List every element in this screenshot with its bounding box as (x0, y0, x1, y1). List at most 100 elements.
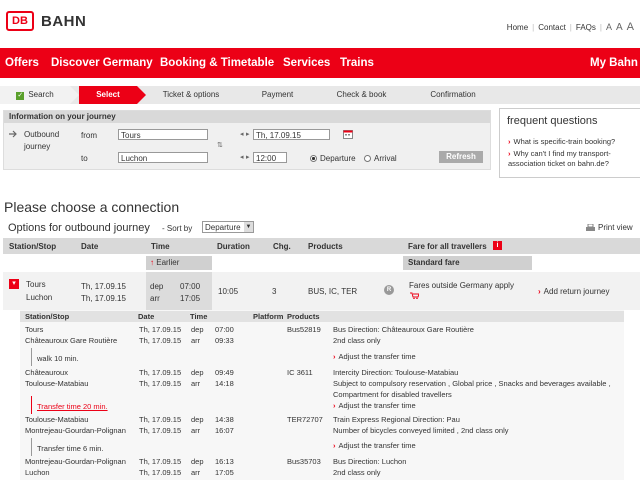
departure-label: Departure (320, 154, 356, 163)
leg-time: 14:18 (215, 379, 234, 388)
info-icon[interactable]: i (493, 241, 502, 250)
print-view-label: Print view (598, 223, 633, 232)
leg-date: Th, 17.09.15 (139, 468, 182, 477)
refresh-button[interactable]: Refresh (439, 151, 483, 163)
leg-info: Number of bicycles conveyed limited , 2n… (333, 426, 509, 435)
cart-icon[interactable] (410, 292, 419, 299)
connection-products: BUS, IC, TER (308, 287, 358, 296)
separator: | (532, 23, 535, 32)
connection-arr-time: 17:05 (180, 294, 201, 303)
details-header: Station/Stop Date Time Platform Products (20, 311, 624, 322)
swap-stations-icon[interactable]: ⇅ (217, 141, 223, 149)
nav-offers[interactable]: Offers (5, 57, 39, 69)
brand-name: BAHN (41, 13, 87, 30)
step-confirmation: Confirmation (413, 86, 493, 104)
connection-changes: 3 (272, 287, 277, 296)
leg-dep: dep (191, 415, 204, 424)
nav-booking-timetable[interactable]: Booking & Timetable (160, 57, 274, 69)
leg-product[interactable]: Bus52819 (287, 325, 321, 334)
time-input[interactable]: 12:00 (253, 152, 287, 163)
date-next-icon[interactable]: ▸ (246, 130, 250, 138)
calendar-icon[interactable] (343, 129, 353, 139)
nav-discover-germany[interactable]: Discover Germany (51, 57, 153, 69)
adjust-transfer-link[interactable]: › Adjust the transfer time (333, 352, 416, 361)
leg-arr: arr (191, 336, 201, 345)
to-input[interactable]: Luchon (118, 152, 208, 163)
leg-info: Compartment for disabled travellers (333, 390, 452, 399)
date-previous-icon[interactable]: ◂ (240, 130, 244, 138)
leg-info: Train Express Regional Direction: Pau (333, 415, 460, 424)
date-input[interactable]: Th, 17.09.15 (253, 129, 330, 140)
dcol-station: Station/Stop (25, 312, 70, 321)
transfer-time-warning-link[interactable]: Transfer time 20 min. (37, 402, 108, 411)
leg-product[interactable]: Bus35703 (287, 457, 321, 466)
leg-product[interactable]: TER72707 (287, 415, 323, 424)
results-subheading: Options for outbound journey (8, 222, 150, 234)
nav-services[interactable]: Services (283, 57, 330, 69)
arrow-right-icon: › (333, 401, 336, 410)
leg-dep: dep (191, 325, 204, 334)
arrival-label: Arrival (374, 154, 397, 163)
time-next-icon[interactable]: ▸ (246, 153, 250, 161)
leg-from: Montrejeau-Gourdan-Polignan (25, 457, 126, 466)
nav-my-bahn[interactable]: My Bahn (590, 57, 638, 69)
leg-info: 2nd class only (333, 468, 381, 477)
leg-info: Subject to compulsory reservation , Glob… (333, 379, 611, 388)
leg-to: Montrejeau-Gourdan-Polignan (25, 426, 126, 435)
step-search[interactable]: ✓ Search (0, 86, 79, 104)
leg-info: Bus Direction: Châteauroux Gare Routière (333, 325, 474, 334)
leg-to: Toulouse-Matabiau (25, 379, 89, 388)
fare-note: Fares outside Germany apply (409, 281, 514, 290)
add-return-link[interactable]: › Add return journey (538, 287, 610, 296)
dcol-date: Date (138, 312, 155, 321)
leg-time: 14:38 (215, 415, 234, 424)
font-size-large-button[interactable]: A (627, 21, 634, 33)
connection-to: Luchon (26, 293, 53, 302)
contact-link[interactable]: Contact (538, 23, 566, 32)
earlier-label: Earlier (156, 258, 180, 267)
db-logo[interactable]: DB (6, 11, 34, 31)
radio-on-icon (310, 155, 317, 163)
collapse-icon[interactable]: ▾ (9, 279, 19, 289)
time-previous-icon[interactable]: ◂ (240, 153, 244, 161)
adjust-transfer-link[interactable]: › Adjust the transfer time (333, 441, 416, 450)
arr-label: arr (150, 294, 160, 303)
adjust-transfer-link[interactable]: › Adjust the transfer time (333, 401, 416, 410)
leg-product[interactable]: IC 3611 (287, 368, 313, 377)
leg-from: Tours (25, 325, 44, 334)
font-size-small-button[interactable]: A (606, 22, 612, 32)
printer-icon (586, 223, 595, 231)
sort-select[interactable]: Departure ▼ (202, 221, 254, 233)
leg-time: 09:49 (215, 368, 234, 377)
standard-fare-header: Standard fare (403, 256, 532, 270)
faqs-link[interactable]: FAQs (576, 23, 596, 32)
step-select: Select (79, 86, 146, 104)
outbound-arrow-icon (9, 130, 17, 138)
leg-date: Th, 17.09.15 (139, 457, 182, 466)
arrival-radio[interactable]: Arrival (364, 154, 397, 163)
add-return-label: Add return journey (543, 287, 610, 296)
earlier-button[interactable]: ↑ Earlier (146, 256, 212, 270)
font-size-medium-button[interactable]: A (616, 22, 623, 33)
faq-item[interactable]: › Why can't I find my transport-associati… (508, 149, 636, 169)
leg-dep: dep (191, 457, 204, 466)
journey-label: journey (24, 142, 51, 151)
step-arrow (404, 86, 413, 104)
print-view-link[interactable]: Print view (586, 223, 633, 232)
faq-item[interactable]: › What is specific-train booking? (508, 137, 636, 147)
nav-trains[interactable]: Trains (340, 57, 374, 69)
home-link[interactable]: Home (507, 23, 528, 32)
connection-duration: 10:05 (218, 287, 239, 296)
leg-info: Bus Direction: Luchon (333, 457, 407, 466)
departure-radio[interactable]: Departure (310, 154, 356, 163)
leg-date: Th, 17.09.15 (139, 415, 182, 424)
time-column-bg (146, 272, 212, 310)
to-label: to (81, 154, 88, 163)
from-input[interactable]: Tours (118, 129, 208, 140)
connection-dep-time: 07:00 (180, 282, 201, 291)
leg-arr: arr (191, 468, 201, 477)
leg-arr: arr (191, 379, 201, 388)
step-arrow (236, 86, 245, 104)
adjust-label: Adjust the transfer time (338, 401, 416, 410)
dcol-time: Time (190, 312, 208, 321)
